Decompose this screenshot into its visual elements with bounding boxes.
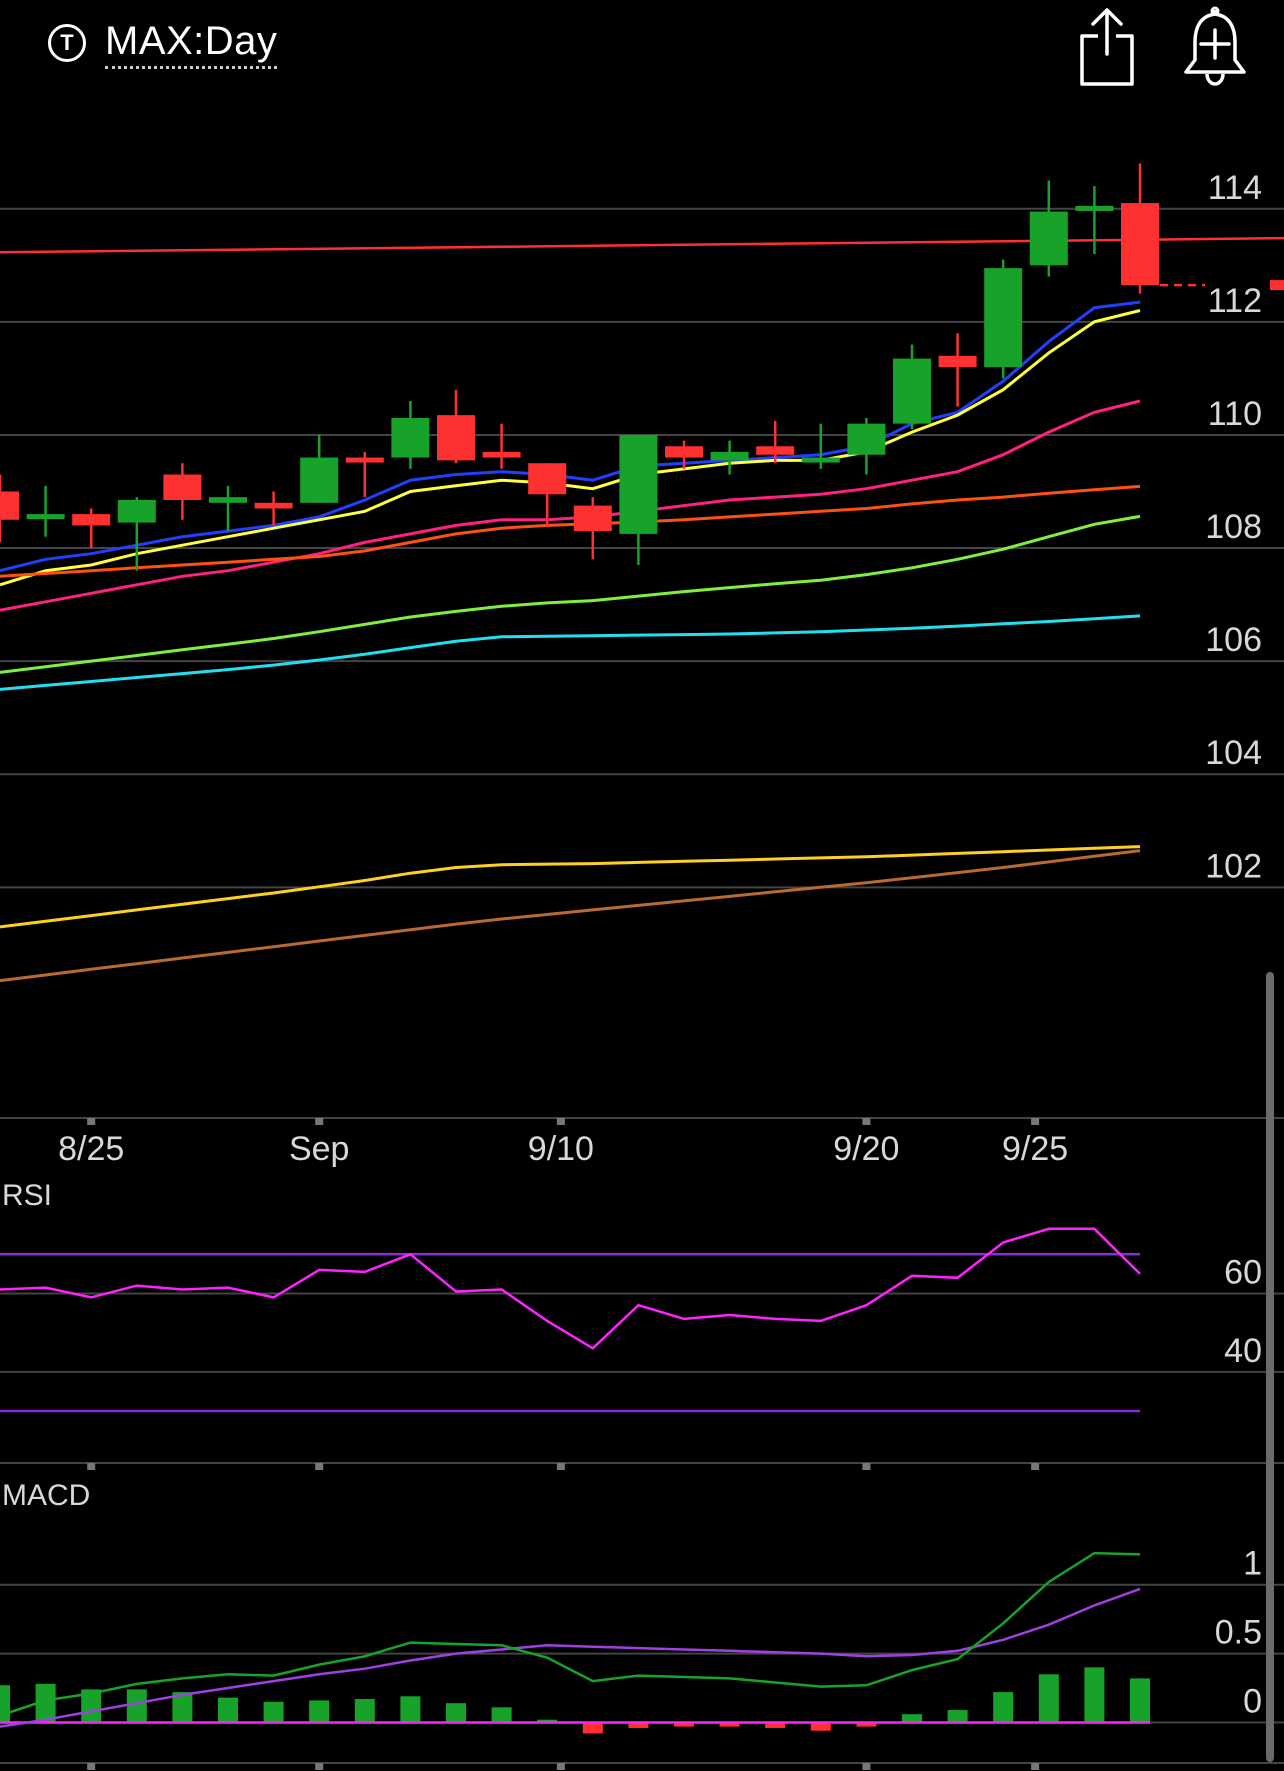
x-tick-label: Sep	[289, 1130, 350, 1168]
candle-up	[710, 451, 749, 461]
x-tick-mark	[862, 1118, 871, 1125]
x-tick-label: 9/25	[1002, 1130, 1068, 1168]
candle-down	[1121, 203, 1159, 286]
rsi-x-tick-mark	[87, 1463, 96, 1470]
rsi-x-tick-mark	[862, 1463, 871, 1470]
rsi-tick-label: 60	[1224, 1253, 1262, 1291]
candle-up	[619, 434, 658, 534]
candle-up	[893, 358, 931, 424]
candle-up	[801, 457, 840, 463]
macd-x-tick-mark	[862, 1763, 871, 1770]
rsi-tick-label: 40	[1224, 1332, 1262, 1370]
rsi-x-tick-mark	[556, 1463, 565, 1470]
macd-histogram-bar	[491, 1707, 512, 1723]
macd-tick-label: 0	[1243, 1682, 1262, 1720]
x-tick-label: 9/10	[528, 1130, 594, 1168]
candle-up	[1029, 211, 1068, 266]
candle-down	[756, 446, 795, 455]
candle-up	[391, 417, 430, 458]
last-price-marker	[1270, 280, 1284, 291]
candle-up	[117, 499, 156, 523]
candle-up	[26, 514, 65, 520]
price-tick-label: 106	[1205, 621, 1262, 659]
chart-canvas[interactable]: 114 112 110 108 106 104 102 8/25 Sep 9/10 9/20 9/25…	[0, 0, 1284, 1771]
price-tick-label: 108	[1205, 508, 1262, 546]
candle-up	[1075, 205, 1114, 211]
reference-price-line	[0, 236, 1284, 254]
candle-up	[300, 457, 339, 503]
rsi-x-tick-mark	[1031, 1463, 1040, 1470]
moving-average-line-8	[0, 849, 1141, 983]
macd-histogram-bar	[1084, 1667, 1105, 1723]
moving-average-line-1	[0, 300, 1141, 573]
rsi-panel-label: RSI	[2, 1179, 52, 1212]
macd-signal-line	[0, 1587, 1141, 1728]
macd-x-tick-mark	[87, 1763, 96, 1770]
candle-down	[163, 474, 202, 500]
moving-average-line-2	[0, 309, 1141, 587]
rsi-x-tick-mark	[315, 1463, 324, 1470]
candle-down	[345, 457, 384, 463]
candle-down	[665, 446, 703, 458]
x-tick-mark	[87, 1118, 96, 1125]
price-tick-label: 104	[1205, 734, 1262, 772]
macd-histogram-bar	[446, 1703, 466, 1723]
macd-histogram-bar	[400, 1696, 421, 1723]
macd-tick-label: 0.5	[1215, 1614, 1262, 1652]
candle-down	[482, 451, 521, 458]
candle-down	[573, 505, 612, 532]
x-tick-label: 8/25	[58, 1130, 124, 1168]
macd-histogram-bar	[993, 1692, 1014, 1723]
macd-histogram-bar	[263, 1701, 284, 1723]
macd-histogram-bar	[309, 1700, 330, 1723]
x-tick-mark	[315, 1118, 324, 1125]
price-tick-label: 110	[1208, 395, 1262, 433]
macd-histogram-bar	[354, 1699, 375, 1723]
candle-up	[984, 268, 1023, 368]
x-tick-label: 9/20	[833, 1130, 899, 1168]
macd-histogram-bar	[1038, 1674, 1059, 1723]
macd-histogram-bar	[582, 1722, 603, 1734]
macd-histogram-bar	[0, 1685, 10, 1723]
macd-x-tick-mark	[315, 1763, 324, 1770]
candle-up	[847, 423, 886, 455]
macd-tick-label: 1	[1243, 1545, 1262, 1583]
x-tick-mark	[556, 1118, 565, 1125]
macd-x-tick-mark	[556, 1763, 565, 1770]
macd-x-tick-mark	[1031, 1763, 1040, 1770]
candle-down	[938, 355, 977, 368]
macd-histogram-bar	[1130, 1678, 1150, 1723]
candle-down	[72, 514, 111, 526]
candle-down	[528, 463, 567, 495]
macd-histogram-bar	[126, 1689, 147, 1723]
price-tick-label: 102	[1205, 847, 1262, 885]
candle-up	[209, 497, 247, 503]
macd-line	[0, 1551, 1141, 1717]
macd-histogram-bar	[947, 1710, 968, 1723]
candle-down	[254, 502, 293, 509]
rsi-line	[0, 1227, 1141, 1350]
macd-histogram-bar	[218, 1697, 238, 1723]
candle-down	[437, 415, 475, 461]
macd-panel-label: MACD	[2, 1479, 90, 1512]
x-tick-mark	[1031, 1118, 1040, 1125]
candle-down	[0, 491, 19, 520]
moving-average-line-3	[0, 399, 1141, 612]
price-tick-label: 112	[1208, 282, 1262, 320]
vertical-scrollbar[interactable]	[1266, 972, 1274, 1762]
price-tick-label: 114	[1208, 169, 1262, 207]
